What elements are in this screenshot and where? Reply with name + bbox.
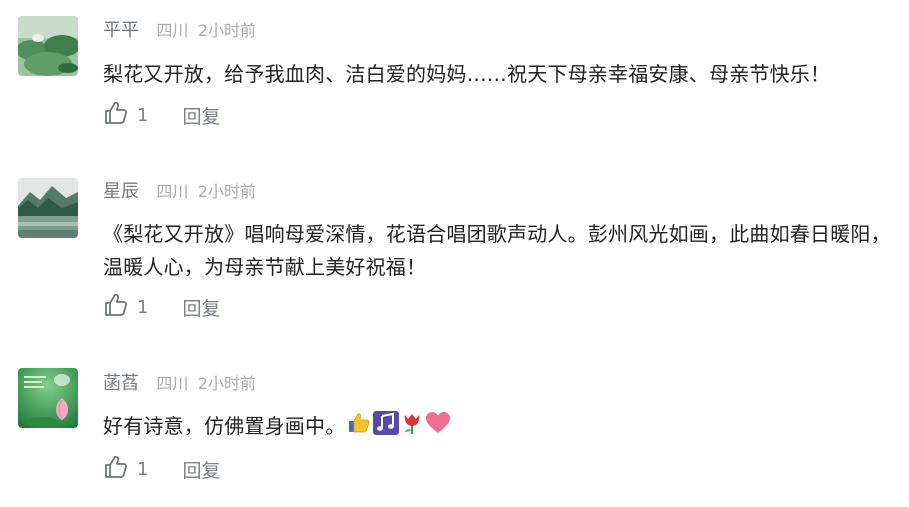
comment-text: 梨花又开放，给予我血肉、洁白爱的妈妈……祝天下母亲幸福安康、母亲节快乐！: [103, 62, 831, 86]
comment-meta: 平平 四川 2小时前: [103, 19, 256, 43]
location: 四川: [156, 21, 189, 40]
thumbs-up-outline-icon: [103, 100, 129, 130]
lotus-pond-avatar-icon[interactable]: [18, 16, 78, 76]
comment-actions: 1 回复: [103, 292, 220, 322]
lotus-bud-avatar-icon[interactable]: [18, 368, 78, 428]
comment-actions: 1 回复: [103, 100, 220, 130]
thumbs-up-outline-icon: [103, 292, 129, 322]
comment-text: 好有诗意，仿佛置身画中。: [103, 410, 893, 445]
location: 四川: [156, 374, 189, 393]
reply-button[interactable]: 回复: [182, 294, 220, 321]
reply-button[interactable]: 回复: [182, 456, 220, 483]
heart-icon: [425, 411, 453, 445]
like-button[interactable]: 1: [103, 292, 148, 322]
music-notes-icon: [373, 410, 401, 445]
emoji-group: [347, 410, 453, 445]
username[interactable]: 菡萏: [103, 373, 139, 394]
comment-meta: 星辰 四川 2小时前: [103, 180, 256, 204]
timestamp: 2小时前: [197, 374, 257, 393]
like-button[interactable]: 1: [103, 454, 148, 484]
comment-text-body: 好有诗意，仿佛置身画中。: [103, 414, 346, 438]
reply-button[interactable]: 回复: [182, 102, 220, 129]
tulip-icon: [401, 411, 425, 445]
timestamp: 2小时前: [197, 182, 257, 201]
like-button[interactable]: 1: [103, 100, 148, 130]
timestamp: 2小时前: [197, 21, 257, 40]
comment-meta: 菡萏 四川 2小时前: [103, 372, 256, 396]
username[interactable]: 平平: [103, 20, 139, 41]
like-count: 1: [137, 104, 149, 126]
thumbs-up-outline-icon: [103, 454, 129, 484]
location: 四川: [156, 182, 189, 201]
username[interactable]: 星辰: [103, 181, 139, 202]
mountain-lake-avatar-icon[interactable]: [18, 178, 78, 238]
comment-text: 《梨花又开放》唱响母爱深情，花语合唱团歌声动人。彭州风光如画，此曲如春日暖阳，温…: [103, 222, 891, 279]
like-count: 1: [137, 296, 149, 318]
thumbs-up-icon: [347, 411, 373, 445]
like-count: 1: [137, 458, 149, 480]
comment-actions: 1 回复: [103, 454, 220, 484]
